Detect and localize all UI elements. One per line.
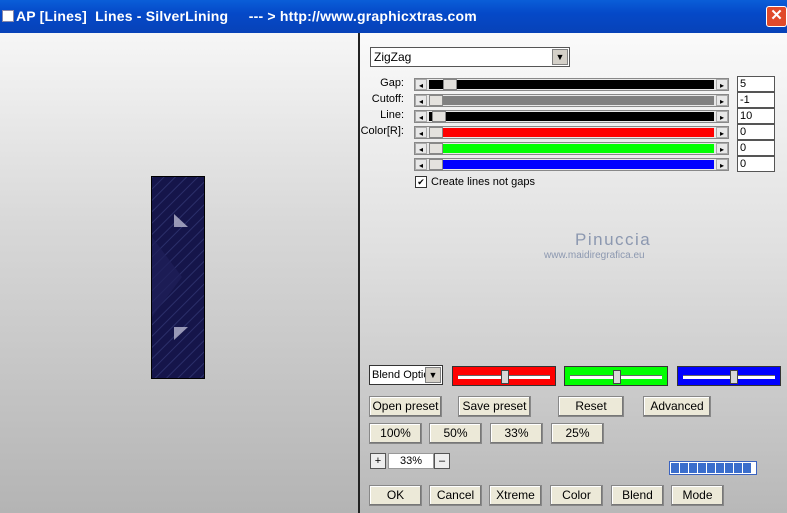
progress-segment — [734, 463, 742, 473]
progress-segment — [671, 463, 679, 473]
slider-value-input[interactable]: 10 — [737, 108, 775, 124]
app-icon — [2, 10, 14, 22]
watermark-name: Pinuccia — [575, 230, 652, 249]
action-cancel-button[interactable]: Cancel — [429, 485, 482, 506]
create-lines-checkbox[interactable]: ✔ Create lines not gaps — [415, 176, 535, 189]
color-slider-box[interactable] — [452, 366, 556, 386]
slider[interactable]: ◂ ▸ — [414, 158, 729, 171]
progress-segment — [716, 463, 724, 473]
slider-thumb[interactable] — [429, 159, 443, 170]
mode-value: ZigZag — [374, 50, 412, 64]
slider[interactable]: ◂ ▸ — [414, 142, 729, 155]
slider-value-input[interactable]: 0 — [737, 156, 775, 172]
preset-advanced-button[interactable]: Advanced — [643, 396, 711, 417]
mode-dropdown[interactable]: ZigZag ▼ — [370, 47, 570, 67]
preset-save-preset-button[interactable]: Save preset — [458, 396, 531, 417]
arrow-left-icon[interactable]: ◂ — [415, 95, 427, 106]
slider-thumb[interactable] — [432, 111, 446, 122]
slider-thumb[interactable] — [429, 127, 443, 138]
checkbox-icon[interactable]: ✔ — [415, 176, 427, 189]
zoom-50-button[interactable]: 50% — [429, 423, 482, 444]
chevron-down-icon[interactable]: ▼ — [552, 49, 568, 65]
progress-segment — [689, 463, 697, 473]
slider-value-input[interactable]: 5 — [737, 76, 775, 92]
arrow-left-icon[interactable]: ◂ — [415, 127, 427, 138]
zoom-25-button[interactable]: 25% — [551, 423, 604, 444]
arrow-right-icon[interactable]: ▸ — [716, 127, 728, 138]
zoom-in-button[interactable]: + — [370, 453, 386, 469]
color-slider-knob[interactable] — [613, 370, 621, 384]
action-color-button[interactable]: Color — [550, 485, 603, 506]
slider-track[interactable] — [429, 80, 714, 89]
image-preview — [151, 176, 205, 379]
slider-thumb[interactable] — [443, 79, 457, 90]
slider-track[interactable] — [429, 128, 714, 137]
action-xtreme-button[interactable]: Xtreme — [489, 485, 542, 506]
arrow-left-icon[interactable]: ◂ — [415, 159, 427, 170]
preview-pane — [0, 33, 358, 513]
action-mode-button[interactable]: Mode — [671, 485, 724, 506]
slider[interactable]: ◂ ▸ — [414, 110, 729, 123]
slider-track[interactable] — [429, 144, 714, 153]
preset-open-preset-button[interactable]: Open preset — [369, 396, 442, 417]
slider[interactable]: ◂ ▸ — [414, 78, 729, 91]
slider-thumb[interactable] — [429, 95, 443, 106]
progress-segment — [698, 463, 706, 473]
action-ok-button[interactable]: OK — [369, 485, 422, 506]
progress-segment — [680, 463, 688, 473]
blend-options-dropdown[interactable]: Blend Options ▼ — [369, 365, 443, 385]
slider-value-input[interactable]: 0 — [737, 124, 775, 140]
slider[interactable]: ◂ ▸ — [414, 126, 729, 139]
close-button[interactable]: ✕ — [766, 6, 787, 27]
color-slider-knob[interactable] — [730, 370, 738, 384]
progress-segment — [743, 463, 751, 473]
color-slider-box[interactable] — [677, 366, 781, 386]
controls-pane: ZigZag ▼ Gap: ◂ ▸ 5 Cutoff: ◂ ▸ -1 Line: ◂ ▸ 10 Colo… — [360, 33, 787, 513]
slider-label: Color[R]: — [360, 125, 404, 137]
zoom-100-button[interactable]: 100% — [369, 423, 422, 444]
slider-label: Line: — [380, 109, 404, 121]
progress-segment — [725, 463, 733, 473]
slider-value-input[interactable]: 0 — [737, 140, 775, 156]
title-bar: AP [Lines] Lines - SilverLining --- > ht… — [0, 0, 787, 33]
color-slider-track[interactable] — [683, 375, 775, 379]
zoom-value: 33% — [388, 453, 434, 469]
arrow-left-icon[interactable]: ◂ — [415, 79, 427, 90]
slider[interactable]: ◂ ▸ — [414, 94, 729, 107]
slider-thumb[interactable] — [429, 143, 443, 154]
arrow-right-icon[interactable]: ▸ — [716, 95, 728, 106]
watermark-url: www.maidiregrafica.eu — [544, 250, 645, 261]
slider-label: Cutoff: — [371, 93, 404, 105]
arrow-right-icon[interactable]: ▸ — [716, 143, 728, 154]
slider-track[interactable] — [429, 160, 714, 169]
progress-segment — [707, 463, 715, 473]
checkbox-label: Create lines not gaps — [431, 176, 535, 188]
preset-reset-button[interactable]: Reset — [558, 396, 624, 417]
zoom-out-button[interactable]: – — [434, 453, 450, 469]
color-slider-knob[interactable] — [501, 370, 509, 384]
arrow-left-icon[interactable]: ◂ — [415, 143, 427, 154]
action-blend-button[interactable]: Blend — [611, 485, 664, 506]
slider-track[interactable] — [429, 112, 714, 121]
arrow-left-icon[interactable]: ◂ — [415, 111, 427, 122]
arrow-right-icon[interactable]: ▸ — [716, 79, 728, 90]
slider-label: Gap: — [380, 77, 404, 89]
zoom-33-button[interactable]: 33% — [490, 423, 543, 444]
slider-track[interactable] — [429, 96, 714, 105]
window-title: AP [Lines] Lines - SilverLining --- > ht… — [16, 8, 477, 24]
blend-value: Blend Options — [372, 369, 426, 381]
color-slider-box[interactable] — [564, 366, 668, 386]
arrow-right-icon[interactable]: ▸ — [716, 159, 728, 170]
chevron-down-icon[interactable]: ▼ — [425, 367, 441, 383]
progress-bar — [669, 461, 757, 475]
slider-value-input[interactable]: -1 — [737, 92, 775, 108]
arrow-right-icon[interactable]: ▸ — [716, 111, 728, 122]
